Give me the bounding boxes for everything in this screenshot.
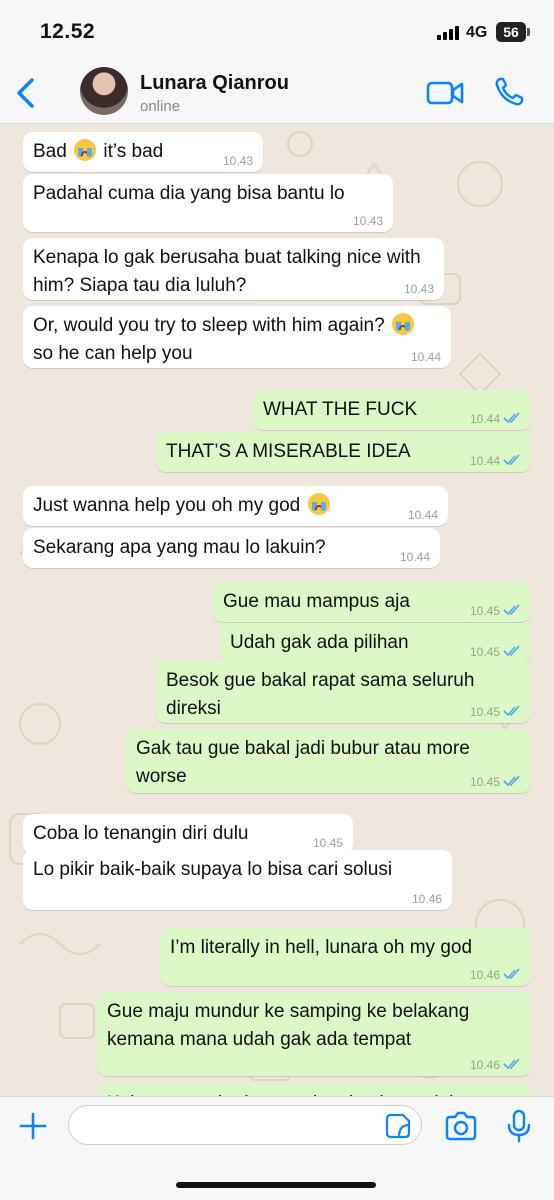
battery-icon: 56 — [496, 22, 530, 42]
chat-header: Lunara Qianrou online — [0, 62, 554, 124]
status-bar: 12.52 4G 56 — [0, 0, 554, 62]
message-text: THAT’S A MISERABLE IDEA — [166, 441, 411, 462]
message-text: Or, would you try to sleep with him agai… — [33, 313, 416, 364]
message-text: Gue mau mampus aja — [223, 591, 410, 612]
message-incoming[interactable]: Just wanna help you oh my god 10.44 — [23, 486, 448, 526]
message-text: Udah gak ada pilihan — [230, 632, 409, 653]
microphone-icon[interactable] — [506, 1109, 532, 1143]
message-text: Besok gue bakal rapat sama seluruh direk… — [166, 670, 475, 719]
double-check-icon — [503, 645, 520, 657]
message-incoming[interactable]: Sekarang apa yang mau lo lakuin? 10.44 — [23, 528, 440, 568]
message-time: 10.44 — [410, 350, 441, 364]
message-text: Just wanna help you oh my god — [33, 493, 332, 516]
message-outgoing[interactable]: WHAT THE FUCK 10.44 — [253, 390, 531, 430]
message-incoming[interactable]: Padahal cuma dia yang bisa bantu lo 10.4… — [23, 174, 393, 232]
message-time: 10.44 — [470, 454, 521, 468]
message-outgoing[interactable]: Gak tau gue bakal jadi bubur atau more w… — [126, 729, 531, 793]
chat-area[interactable]: Bad it’s bad 10.43 Padahal cuma dia yang… — [0, 124, 554, 1096]
crying-face-emoji — [74, 139, 97, 161]
home-indicator — [176, 1182, 376, 1188]
message-text: Gue maju mundur ke samping ke belakang k… — [107, 1001, 470, 1050]
double-check-icon — [503, 705, 520, 717]
message-text: Coba lo tenangin diri dulu — [33, 823, 249, 844]
message-text: Sekarang apa yang mau lo lakuin? — [33, 537, 326, 558]
message-time: 10.45 — [470, 705, 521, 719]
avatar[interactable] — [80, 67, 128, 115]
double-check-icon — [503, 454, 520, 466]
double-check-icon — [503, 1058, 520, 1070]
message-time: 10.45 — [470, 645, 521, 659]
message-time: 10.45 — [470, 604, 521, 618]
double-check-icon — [503, 412, 520, 424]
message-input[interactable] — [68, 1105, 422, 1145]
message-incoming[interactable]: Kenapa lo gak berusaha buat talking nice… — [23, 238, 444, 300]
message-outgoing[interactable]: THAT’S A MISERABLE IDEA 10.44 — [156, 432, 531, 472]
signal-icon — [437, 26, 463, 40]
message-outgoing[interactable]: I’m literally in hell, lunara oh my god … — [160, 928, 531, 986]
camera-icon[interactable] — [444, 1111, 478, 1141]
message-incoming[interactable]: Bad it’s bad 10.43 — [23, 132, 263, 172]
network-type: 4G — [466, 24, 488, 41]
message-outgoing[interactable]: Gue mau mampus aja 10.45 — [213, 582, 531, 622]
message-time: 10.45 — [312, 836, 343, 850]
message-text: Kenapa lo gak berusaha buat talking nice… — [33, 247, 421, 296]
video-call-icon[interactable] — [426, 78, 464, 108]
chevron-left-icon[interactable] — [12, 76, 42, 110]
double-check-icon — [503, 604, 520, 616]
message-outgoing[interactable]: Udah gak ada pilihan 10.45 — [220, 623, 531, 663]
message-time: 10.43 — [352, 214, 383, 228]
message-text: I’m literally in hell, lunara oh my god — [170, 937, 473, 958]
message-text: WHAT THE FUCK — [263, 399, 418, 420]
message-time: 10.44 — [470, 412, 521, 426]
status-time: 12.52 — [40, 20, 96, 43]
message-time: 10.43 — [403, 282, 434, 296]
plus-icon[interactable] — [18, 1111, 48, 1141]
message-time: 10.45 — [470, 775, 521, 789]
message-text: Gak tau gue bakal jadi bubur atau more w… — [136, 738, 470, 787]
message-incoming[interactable]: Coba lo tenangin diri dulu 10.45 — [23, 814, 353, 854]
message-time: 10.46 — [470, 1058, 521, 1072]
phone-icon[interactable] — [493, 76, 525, 108]
message-outgoing[interactable]: Kalau sampai ada rapat komisaris setelah — [97, 1084, 531, 1096]
message-time: 10.44 — [399, 550, 430, 564]
message-time: 10.46 — [470, 968, 521, 982]
message-incoming[interactable]: Lo pikir baik-baik supaya lo bisa cari s… — [23, 850, 452, 910]
message-time: 10.44 — [407, 508, 438, 522]
double-check-icon — [503, 968, 520, 980]
message-outgoing[interactable]: Gue maju mundur ke samping ke belakang k… — [97, 992, 531, 1076]
message-time: 10.46 — [411, 892, 442, 906]
message-text: Bad it’s bad — [33, 139, 164, 162]
message-time: 10.43 — [222, 154, 253, 168]
double-check-icon — [503, 775, 520, 787]
sticker-icon[interactable] — [385, 1113, 411, 1139]
message-text: Padahal cuma dia yang bisa bantu lo — [33, 183, 345, 204]
contact-name[interactable]: Lunara Qianrou — [140, 72, 289, 95]
message-incoming[interactable]: Or, would you try to sleep with him agai… — [23, 306, 451, 368]
crying-face-emoji — [307, 493, 330, 515]
crying-face-emoji — [391, 313, 414, 335]
contact-status: online — [140, 98, 181, 115]
message-text: Lo pikir baik-baik supaya lo bisa cari s… — [33, 859, 393, 880]
message-outgoing[interactable]: Besok gue bakal rapat sama seluruh direk… — [156, 661, 531, 723]
